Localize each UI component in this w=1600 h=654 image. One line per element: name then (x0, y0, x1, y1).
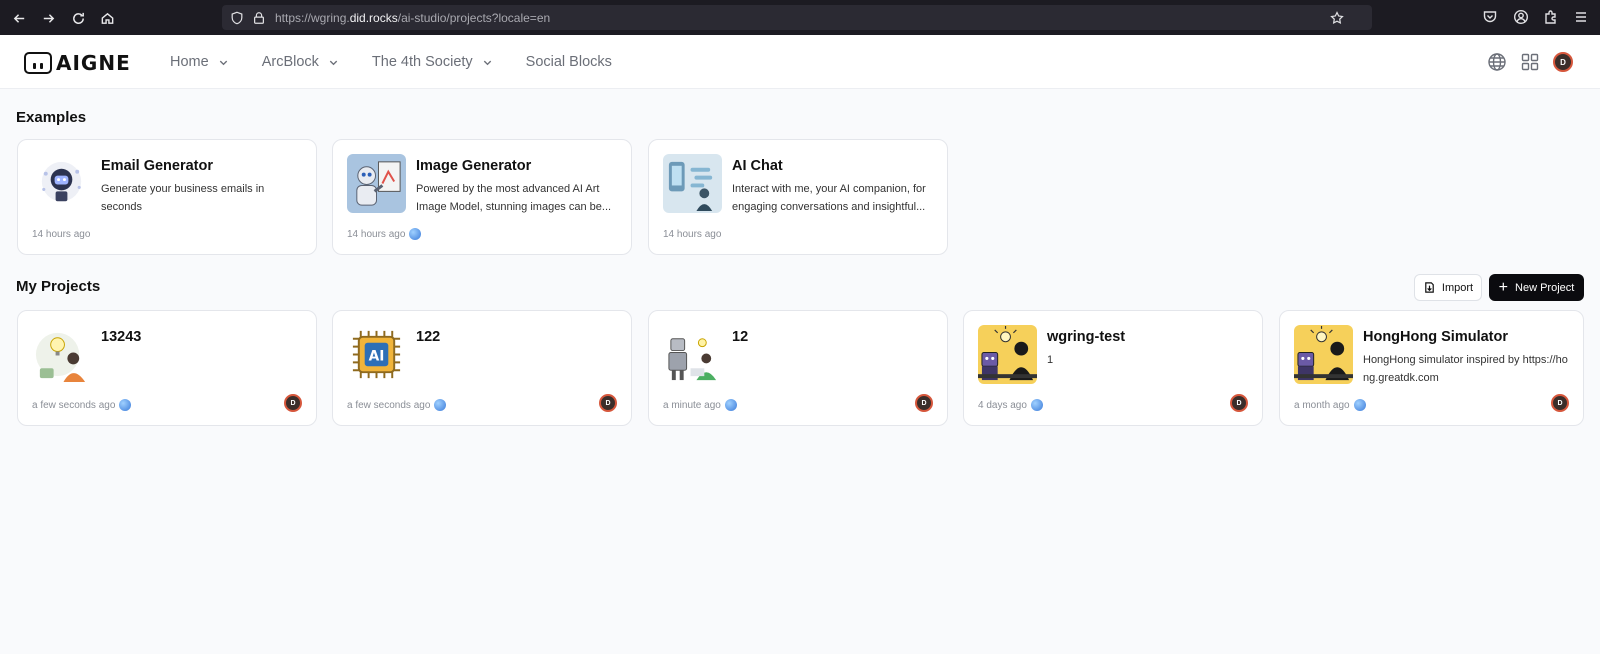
card-title: wgring-test (1047, 329, 1126, 345)
menu-icon[interactable] (1573, 9, 1589, 25)
browser-toolbar: https://wgring.did.rocks/ai-studio/proje… (0, 0, 1600, 35)
project-card-12[interactable]: 12 a minute ago D (648, 310, 948, 426)
public-globe-badge-icon (1353, 399, 1366, 411)
robot-bulb-thumbnail (1294, 325, 1353, 384)
project-card-13243[interactable]: 13243 a few seconds ago D (17, 310, 317, 426)
pocket-icon[interactable] (1482, 9, 1498, 25)
card-title: 13243 (101, 329, 142, 345)
my-projects-title: My Projects (16, 278, 101, 295)
project-card-honghong-simulator[interactable]: HongHong Simulator HongHong simulator in… (1279, 310, 1584, 426)
nav-label: ArcBlock (261, 54, 319, 70)
card-timestamp: a month ago (1294, 399, 1366, 411)
card-timestamp: 14 hours ago (32, 229, 90, 240)
examples-title: Examples (16, 109, 87, 126)
timestamp-text: a minute ago (663, 399, 721, 411)
app-header: AIGNE Home ArcBlock The 4th Society Soci… (0, 35, 1600, 89)
timestamp-text: 14 hours ago (347, 228, 406, 240)
new-project-button[interactable]: + New Project (1489, 274, 1584, 301)
card-description: Powered by the most advanced AI Art Imag… (416, 183, 612, 213)
extensions-icon[interactable] (1543, 9, 1559, 25)
card-timestamp: 14 hours ago (663, 229, 721, 240)
plus-icon: + (1498, 278, 1509, 296)
public-globe-badge-icon (409, 228, 422, 240)
card-description: Generate your business emails in seconds (101, 183, 265, 213)
card-description: 1 (1047, 354, 1054, 366)
example-card-ai-chat[interactable]: AI Chat Interact with me, your AI compan… (648, 139, 948, 255)
card-timestamp: a minute ago (663, 399, 737, 411)
globe-icon[interactable] (1485, 50, 1509, 74)
main-nav: Home ArcBlock The 4th Society Social Blo… (170, 35, 645, 89)
card-description: HongHong simulator inspired by https://h… (1363, 354, 1568, 384)
lock-icon[interactable] (252, 11, 266, 25)
project-card-122[interactable]: AI 122 a few seconds ago D (332, 310, 632, 426)
nav-social-blocks[interactable]: Social Blocks (526, 54, 612, 70)
import-icon (1425, 282, 1434, 293)
painting-robot-thumbnail (347, 154, 406, 213)
chevron-down-icon (218, 57, 229, 68)
example-card-email-generator[interactable]: Email Generator Generate your business e… (17, 139, 317, 255)
ai-chip-thumbnail: AI (347, 325, 406, 384)
card-timestamp: a few seconds ago (32, 399, 132, 411)
card-timestamp: a few seconds ago (347, 399, 447, 411)
logo-mark-icon (24, 52, 52, 74)
logo-text: AIGNE (56, 51, 131, 75)
public-globe-badge-icon (119, 399, 132, 411)
card-title: 122 (416, 329, 441, 345)
timestamp-text: a few seconds ago (32, 399, 116, 411)
nav-4th-society[interactable]: The 4th Society (372, 54, 493, 70)
user-avatar[interactable]: D (1551, 50, 1575, 74)
email-robot-thumbnail (32, 154, 91, 213)
forward-icon[interactable] (37, 7, 59, 29)
card-description: Interact with me, your AI companion, for… (732, 183, 926, 213)
chevron-down-icon (482, 57, 493, 68)
timestamp-text: a few seconds ago (347, 399, 431, 411)
timestamp-text: a month ago (1294, 399, 1350, 411)
card-timestamp: 14 hours ago (347, 228, 422, 240)
card-title: Image Generator (416, 158, 532, 174)
nav-label: The 4th Society (371, 54, 473, 70)
nav-label: Social Blocks (525, 54, 612, 70)
card-title: Email Generator (101, 158, 214, 174)
back-icon[interactable] (8, 7, 30, 29)
card-title: 12 (732, 329, 749, 345)
public-globe-badge-icon (1030, 399, 1043, 411)
apps-grid-icon[interactable] (1518, 50, 1542, 74)
url-text[interactable]: https://wgring.did.rocks/ai-studio/proje… (275, 11, 550, 25)
public-globe-badge-icon (434, 399, 447, 411)
card-title: HongHong Simulator (1363, 329, 1508, 345)
account-icon[interactable] (1513, 9, 1529, 25)
shield-icon[interactable] (230, 11, 244, 25)
bookmark-star-icon[interactable] (1330, 10, 1344, 25)
nav-arcblock[interactable]: ArcBlock (262, 54, 339, 70)
address-bar[interactable]: https://wgring.did.rocks/ai-studio/proje… (222, 5, 1372, 30)
owner-avatar-icon: D (599, 394, 617, 412)
timestamp-text: 4 days ago (978, 399, 1027, 411)
owner-avatar-icon: D (915, 394, 933, 412)
svg-text:AI: AI (369, 348, 385, 364)
card-title: AI Chat (732, 158, 783, 174)
aigne-logo[interactable]: AIGNE (24, 51, 131, 75)
timestamp-text: 14 hours ago (32, 229, 91, 240)
avatar-icon: D (1553, 52, 1573, 72)
robot-desk-thumbnail (663, 325, 722, 384)
chat-person-thumbnail (663, 154, 722, 213)
import-button[interactable]: Import (1414, 274, 1482, 301)
new-project-label: New Project (1515, 281, 1575, 294)
timestamp-text: 14 hours ago (663, 229, 722, 240)
nav-label: Home (170, 54, 209, 70)
owner-avatar-icon: D (1230, 394, 1248, 412)
nav-home[interactable]: Home (170, 54, 229, 70)
import-label: Import (1441, 281, 1474, 294)
owner-avatar-icon: D (1551, 394, 1569, 412)
reload-icon[interactable] (67, 7, 89, 29)
example-card-image-generator[interactable]: Image Generator Powered by the most adva… (332, 139, 632, 255)
idea-person-thumbnail (32, 325, 91, 384)
project-card-wgring-test[interactable]: wgring-test 1 4 days ago D (963, 310, 1263, 426)
chevron-down-icon (328, 57, 339, 68)
public-globe-badge-icon (724, 399, 737, 411)
home-icon[interactable] (96, 7, 118, 29)
robot-bulb-thumbnail (978, 325, 1037, 384)
owner-avatar-icon: D (284, 394, 302, 412)
card-timestamp: 4 days ago (978, 399, 1043, 411)
